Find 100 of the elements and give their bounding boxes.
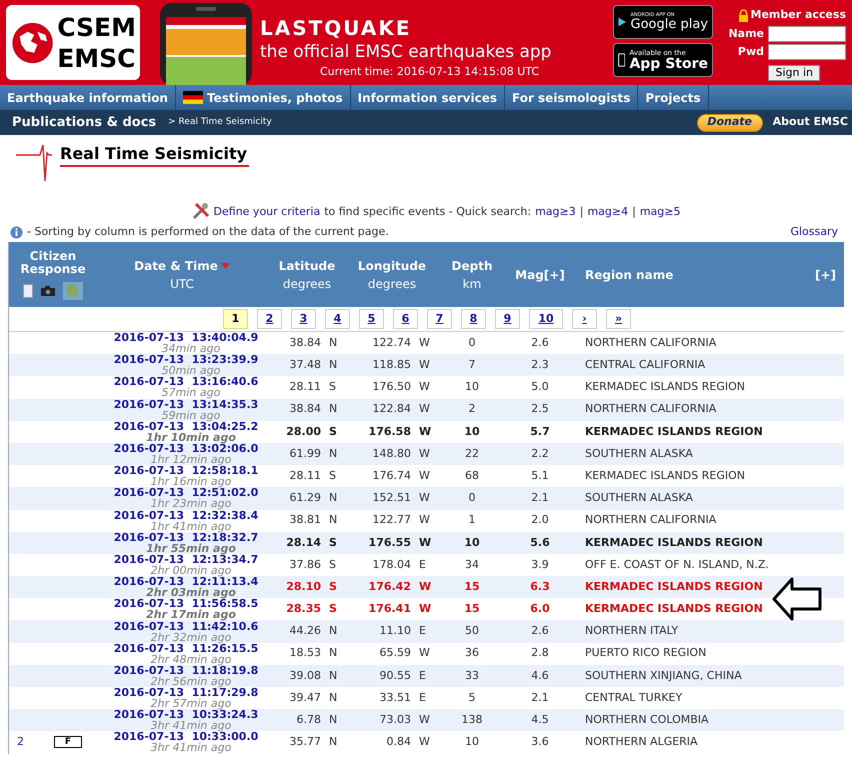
date-time-link[interactable]: 2016-07-13 10:33:24.3 (114, 709, 258, 720)
table-row[interactable]: 2016-07-13 13:23:39.9 50min ago 37.48 N 118.85 W 7 2.3 CENTRAL CALIFORNIA (9, 354, 844, 376)
logo[interactable]: CSEM EMSC (6, 5, 140, 80)
column-header[interactable]: Mag[+] (515, 266, 565, 284)
region-name: NORTHERN CALIFORNIA (585, 513, 716, 526)
page-button[interactable]: 2 (257, 309, 282, 329)
longitude-direction: W (419, 401, 429, 418)
name-field[interactable] (768, 26, 846, 42)
quick-search-link[interactable]: mag≥4 (587, 204, 628, 220)
password-field[interactable] (768, 44, 846, 60)
store-name: App Store (629, 56, 708, 70)
column-header[interactable]: Date & Time (134, 256, 218, 274)
store-name: Google play (630, 18, 708, 31)
page-button[interactable]: 6 (393, 309, 418, 329)
nav-item[interactable]: Publications & docs (12, 112, 156, 132)
longitude-direction: W (419, 601, 429, 618)
table-row[interactable]: 2016-07-13 12:51:02.0 1hr 23min ago 61.29 N 152.51 W 0 2.1 SOUTHERN ALASKA (9, 487, 844, 510)
longitude-value: 33.51 (380, 690, 411, 706)
page-button[interactable]: 1 (223, 309, 248, 329)
column-header[interactable]: Region name (585, 266, 674, 284)
sorting-note: - Sorting by column is performed on the data of the current page. (27, 224, 389, 240)
time-ago: 2hr 32min ago (150, 632, 232, 643)
time-ago: 1hr 41min ago (150, 520, 232, 532)
quick-search-link[interactable]: mag≥5 (640, 204, 680, 220)
longitude-value: 73.03 (380, 712, 411, 728)
page-button[interactable]: 9 (495, 309, 520, 329)
date-time-link[interactable]: 2016-07-13 11:18:19.8 (114, 664, 258, 676)
expand-columns-link[interactable]: [+] (814, 266, 836, 284)
page-button[interactable]: 4 (325, 309, 350, 329)
table-row[interactable]: 2016-07-13 11:18:19.8 2hr 56min ago 39.08 N 90.55 E 33 4.6 SOUTHERN XINJIANG, CHINA (9, 664, 844, 687)
latitude-direction: N (329, 446, 337, 462)
date-time-link[interactable]: 2016-07-13 12:51:02.0 (114, 487, 258, 498)
define-criteria-link[interactable]: Define your criteria (214, 204, 320, 220)
donate-button[interactable]: Donate (696, 114, 763, 132)
depth-value: 10 (465, 379, 479, 396)
date-time-link[interactable]: 2016-07-13 12:58:18.1 (114, 465, 258, 476)
region-name: NORTHERN ALGERIA (585, 735, 698, 748)
longitude-direction: W (419, 712, 429, 728)
date-time-link[interactable]: 2016-07-13 13:40:04.9 (114, 332, 258, 344)
magnitude-value: 5.1 (531, 468, 549, 484)
region-name: KERMADEC ISLANDS REGION (585, 580, 763, 593)
about-link[interactable]: About EMSC (772, 114, 848, 131)
flag-icon (182, 91, 203, 104)
date-time-link[interactable]: 2016-07-13 13:23:39.9 (114, 354, 258, 366)
page-button[interactable]: » (606, 309, 631, 329)
magnitude-value: 5.7 (530, 424, 550, 440)
felt-badge[interactable]: F (54, 736, 82, 748)
page-button[interactable]: 7 (427, 309, 452, 329)
date-time-link[interactable]: 2016-07-13 11:17:29.8 (114, 687, 258, 698)
column-header[interactable]: Depth (452, 256, 492, 274)
time-ago: 50min ago (162, 365, 220, 376)
quick-search-link[interactable]: mag≥3 (535, 204, 576, 220)
latitude-value: 61.99 (290, 446, 321, 462)
date-time-link[interactable]: 2016-07-13 13:16:40.6 (114, 376, 258, 388)
region-name: KERMADEC ISLANDS REGION (585, 380, 745, 394)
depth-value: 33 (465, 668, 479, 684)
time-ago: 1hr 10min ago (146, 432, 236, 443)
date-time-link[interactable]: 2016-07-13 13:02:06.0 (114, 443, 258, 454)
testimony-count[interactable]: 2 (17, 734, 24, 751)
table-row[interactable]: 2016-07-13 12:11:13.4 2hr 03min ago 28.10 S 176.42 W 15 6.3 KERMADEC ISLANDS REGION (9, 576, 844, 598)
longitude-value: 148.80 (372, 446, 411, 462)
longitude-value: 176.74 (372, 468, 411, 484)
depth-value: 7 (468, 357, 476, 374)
page-button[interactable]: 3 (291, 309, 316, 329)
date-time-link[interactable]: 2016-07-13 12:11:13.4 (114, 576, 258, 588)
column-subheader: degrees (282, 276, 332, 292)
latitude-direction: S (329, 556, 337, 573)
date-time-link[interactable]: 2016-07-13 11:42:10.6 (114, 620, 258, 632)
region-name: NORTHERN CALIFORNIA (585, 402, 716, 416)
table-row[interactable]: 2016-07-13 13:02:06.0 1hr 12min ago 61.99 N 148.80 W 22 2.2 SOUTHERN ALASKA (9, 442, 844, 466)
date-time-link[interactable]: 2016-07-13 11:56:58.5 (114, 598, 258, 610)
date-time-link[interactable]: 2016-07-13 12:18:32.7 (114, 532, 258, 543)
latitude-value: 18.53 (290, 645, 321, 662)
time-ago: 3hr 41min ago (150, 742, 232, 754)
page-button[interactable]: 8 (461, 309, 486, 329)
table-row[interactable]: 2016-07-13 10:33:24.3 3hr 41min ago 6.78 N 73.03 W 138 4.5 NORTHERN COLOMBIA (9, 709, 844, 732)
column-header[interactable]: Longitude (358, 256, 426, 274)
page-button[interactable]: 10 (529, 309, 563, 329)
page-button[interactable]: › (572, 309, 597, 329)
longitude-direction: W (419, 490, 429, 506)
depth-value: 15 (464, 578, 480, 595)
time-ago: 34min ago (162, 343, 220, 354)
column-header[interactable]: Latitude (278, 256, 336, 274)
glossary-link[interactable]: Glossary (790, 224, 838, 240)
column-header[interactable]: Citizen Response (13, 250, 93, 276)
date-time-link[interactable]: 2016-07-13 12:32:38.4 (114, 510, 258, 521)
date-time-link[interactable]: 2016-07-13 13:04:25.2 (114, 420, 258, 432)
date-time-link[interactable]: 2016-07-13 12:13:34.7 (114, 554, 258, 565)
date-time-link[interactable]: 2016-07-13 13:14:35.3 (114, 398, 258, 410)
page-button[interactable]: 5 (359, 309, 384, 329)
magnitude-value: 6.3 (530, 578, 550, 595)
date-time-link[interactable]: 2016-07-13 11:26:15.5 (114, 642, 258, 654)
date-time-link[interactable]: 2016-07-13 10:33:00.0 (114, 731, 258, 742)
region-name: SOUTHERN XINJIANG, CHINA (585, 668, 742, 682)
sign-in-button[interactable]: Sign in (768, 64, 820, 80)
table-row[interactable]: 2016-07-13 11:42:10.6 2hr 32min ago 44.26 N 11.10 E 50 2.6 NORTHERN ITALY (9, 620, 844, 643)
page-title: Real Time Seismicity (60, 143, 250, 167)
table-row[interactable]: 2016-07-13 12:18:32.7 1hr 55min ago 28.14 S 176.55 W 10 5.6 KERMADEC ISLANDS REGION (9, 532, 844, 554)
latitude-direction: N (329, 623, 337, 640)
table-row[interactable]: 2016-07-13 13:14:35.3 59min ago 38.84 N 122.84 W 2 2.5 NORTHERN CALIFORNIA (9, 398, 844, 421)
